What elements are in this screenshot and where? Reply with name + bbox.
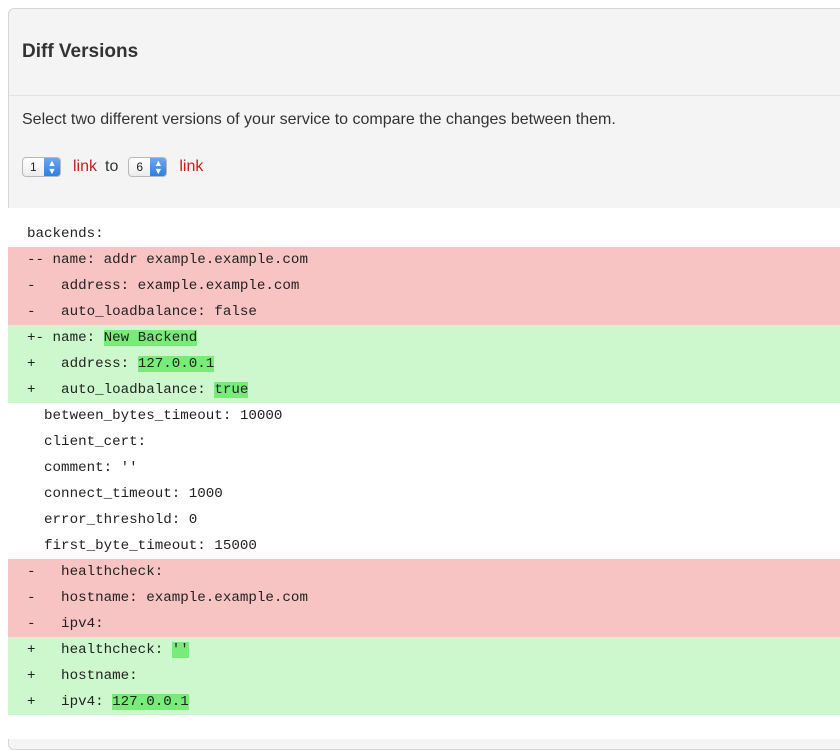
diff-line-context: connect_timeout: 1000	[8, 481, 840, 507]
diff-line-added: + address: 127.0.0.1	[8, 351, 840, 377]
diff-line-text: hostname: example.example.com	[35, 590, 308, 606]
diff-line-text: healthcheck:	[35, 564, 164, 580]
to-version-select[interactable]: 6 ▲ ▼	[128, 157, 168, 177]
diff-change-highlight: true	[214, 382, 249, 398]
diff-line-removed: - healthcheck:	[8, 559, 840, 585]
diff-line-added: + auto_loadbalance: true	[8, 377, 840, 403]
description-text: Select two different versions of your se…	[22, 111, 616, 128]
diff-line-text: hostname:	[35, 668, 138, 684]
diff-line-context: backends:	[8, 221, 840, 247]
diff-line-prefix: -	[27, 278, 36, 294]
page-title: Diff Versions	[22, 41, 139, 62]
diff-line-prefix: +	[27, 694, 36, 710]
to-version-link[interactable]: link	[179, 158, 203, 176]
diff-line-text: name: addr example.example.com	[44, 252, 308, 268]
version-selector-row: 1 ▲ ▼ link to 6 ▲ ▼ link	[22, 155, 211, 179]
diff-line-removed: - auto_loadbalance: false	[8, 299, 840, 325]
to-label: to	[105, 158, 119, 175]
diff-line-prefix: +	[27, 356, 36, 372]
diff-line-added: +- name: New Backend	[8, 325, 840, 351]
diff-change-highlight: New Backend	[103, 330, 198, 346]
diff-line-context: first_byte_timeout: 15000	[8, 533, 840, 559]
select-stepper-icon: ▲ ▼	[150, 158, 167, 176]
diff-line-text: address:	[35, 356, 138, 372]
diff-line-context: error_threshold: 0	[8, 507, 840, 533]
diff-line-prefix: -	[27, 616, 36, 632]
diff-line-text: healthcheck:	[35, 642, 172, 658]
diff-line-text: first_byte_timeout: 15000	[27, 538, 257, 554]
diff-line-context: client_cert:	[8, 429, 840, 455]
diff-line-text: backends:	[27, 226, 104, 242]
diff-line-text: name:	[44, 330, 104, 346]
diff-line-text: ipv4:	[35, 616, 104, 632]
diff-line-text: auto_loadbalance: false	[35, 304, 257, 320]
diff-change-highlight: 127.0.0.1	[112, 694, 189, 710]
diff-line-text: connect_timeout: 1000	[27, 486, 223, 502]
diff-line-text: ipv4:	[35, 694, 113, 710]
diff-line-added: + ipv4: 127.0.0.1	[8, 689, 840, 715]
diff-line-prefix: +-	[27, 330, 45, 346]
diff-line-text: client_cert:	[27, 434, 147, 450]
from-version-link[interactable]: link	[73, 158, 97, 176]
diff-line-text: address: example.example.com	[35, 278, 300, 294]
select-stepper-icon: ▲ ▼	[44, 158, 60, 176]
diff-line-prefix: +	[27, 382, 36, 398]
diff-line-prefix: +	[27, 668, 36, 684]
diff-line-text: auto_loadbalance:	[35, 382, 215, 398]
from-version-value: 1	[30, 160, 37, 174]
diff-line-context: comment: ''	[8, 455, 840, 481]
diff-line-prefix: -	[27, 590, 36, 606]
diff-change-highlight: ''	[171, 642, 189, 658]
diff-line-text: comment: ''	[27, 460, 138, 476]
diff-line-added: + hostname:	[8, 663, 840, 689]
diff-line-prefix: -	[27, 304, 36, 320]
diff-line-prefix: +	[27, 642, 36, 658]
diff-line-removed: - ipv4:	[8, 611, 840, 637]
diff-line-text: error_threshold: 0	[27, 512, 198, 528]
diff-line-context: between_bytes_timeout: 10000	[8, 403, 840, 429]
diff-line-removed: - hostname: example.example.com	[8, 585, 840, 611]
diff-change-highlight: 127.0.0.1	[137, 356, 215, 372]
from-version-select[interactable]: 1 ▲ ▼	[22, 157, 61, 177]
diff-line-removed: - address: example.example.com	[8, 273, 840, 299]
diff-line-added: + healthcheck: ''	[8, 637, 840, 663]
to-version-value: 6	[136, 160, 144, 174]
diff-line-text: between_bytes_timeout: 10000	[27, 408, 283, 424]
diff-line-prefix: --	[27, 252, 45, 268]
diff-line-prefix: -	[27, 564, 36, 580]
diff-line-removed: -- name: addr example.example.com	[8, 247, 840, 273]
diff-view: backends: -- name: addr example.example.c…	[8, 208, 840, 739]
